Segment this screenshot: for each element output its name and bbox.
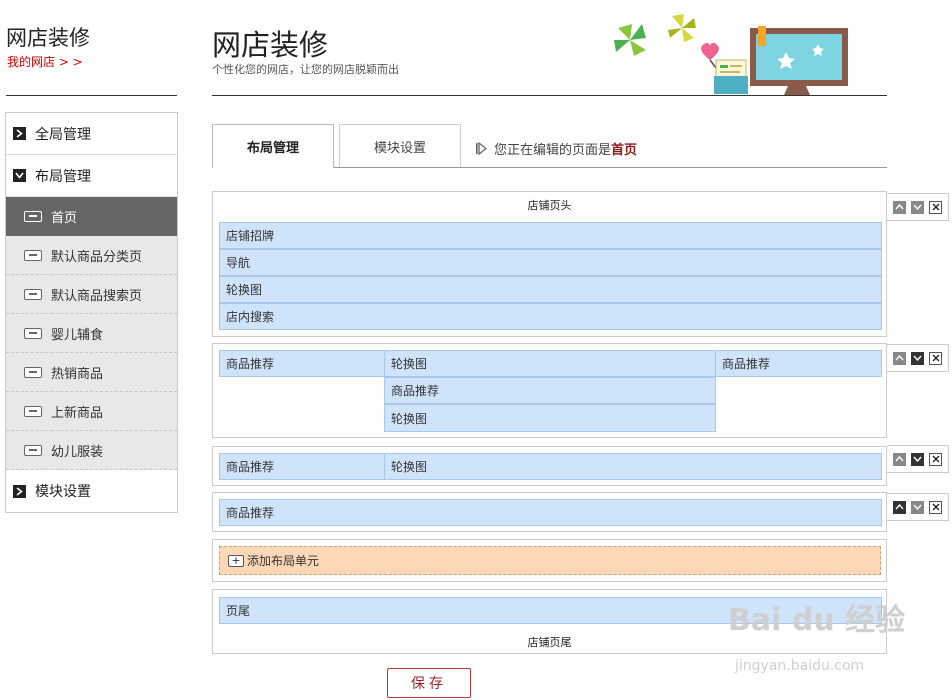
chevron-right-icon — [13, 484, 26, 498]
layout-unit-header: 店铺页头 店铺招牌 导航 轮换图 店内搜索 — [212, 191, 887, 337]
module-product-recommend[interactable]: 商品推荐 — [384, 377, 716, 404]
layout-unit-2col: 商品推荐 轮换图 — [212, 446, 887, 486]
add-layout-unit-button[interactable]: + 添加布局单元 — [219, 546, 881, 575]
page-item-category[interactable]: 默认商品分类页 — [6, 236, 177, 275]
move-down-icon[interactable] — [911, 200, 924, 214]
move-down-icon[interactable] — [911, 500, 924, 514]
menu-global-label: 全局管理 — [35, 126, 91, 143]
header-caption: 店铺页头 — [527, 199, 572, 212]
page-item-label: 热销商品 — [51, 366, 104, 382]
module-product-recommend[interactable]: 商品推荐 — [219, 499, 882, 526]
sidebar-menu: 全局管理 布局管理 首页 默认商品分类页 默认商品搜索页 婴儿辅食 热销商品 上… — [5, 112, 178, 513]
module-carousel[interactable]: 轮换图 — [219, 276, 882, 303]
page-subtitle: 个性化您的网店，让您的网店脱颖而出 — [212, 63, 399, 76]
page-item-search[interactable]: 默认商品搜索页 — [6, 275, 177, 314]
module-carousel[interactable]: 轮换图 — [384, 453, 882, 480]
plus-icon: + — [228, 554, 244, 567]
move-up-icon[interactable] — [893, 452, 906, 466]
page-title: 网店装修 — [212, 28, 329, 62]
page-item-home[interactable]: 首页 — [6, 197, 177, 236]
layout-unit-1col: 商品推荐 — [212, 492, 887, 532]
layout-unit-3col: 商品推荐 轮换图 商品推荐 轮换图 商品推荐 — [212, 343, 887, 438]
editing-notice: 您正在编辑的页面是 首页 — [476, 139, 637, 158]
page-item-label: 婴儿辅食 — [51, 327, 104, 343]
play-arrow-icon — [476, 142, 487, 155]
page-icon — [24, 405, 42, 417]
menu-global[interactable]: 全局管理 — [6, 113, 177, 155]
page-icon — [24, 327, 42, 339]
card-icon — [715, 59, 747, 79]
page-icon — [24, 366, 42, 378]
module-product-recommend[interactable]: 商品推荐 — [219, 350, 385, 377]
pinwheel-icon — [668, 14, 696, 42]
close-icon[interactable] — [929, 351, 942, 365]
editing-page-name: 首页 — [611, 143, 638, 158]
page-item-baby-food[interactable]: 婴儿辅食 — [6, 314, 177, 353]
page-icon — [24, 249, 42, 261]
add-unit-container: + 添加布局单元 — [212, 539, 887, 582]
menu-layout[interactable]: 布局管理 — [6, 155, 177, 197]
module-product-recommend[interactable]: 商品推荐 — [219, 453, 385, 480]
my-shop-link[interactable]: 我的网店 > > — [7, 53, 83, 70]
close-icon[interactable] — [929, 452, 942, 466]
menu-layout-label: 布局管理 — [35, 168, 91, 185]
monitor-icon — [750, 26, 848, 95]
module-carousel[interactable]: 轮换图 — [384, 404, 716, 432]
move-up-icon[interactable] — [893, 500, 906, 514]
page-item-hot[interactable]: 热销商品 — [6, 353, 177, 392]
editing-prefix: 您正在编辑的页面是 — [494, 143, 612, 158]
add-layout-unit-label: 添加布局单元 — [247, 554, 320, 568]
tab-layout-management[interactable]: 布局管理 — [212, 124, 334, 168]
sidebar-title: 网店装修 — [6, 26, 90, 50]
pinwheel-icon — [614, 24, 646, 56]
module-product-recommend[interactable]: 商品推荐 — [715, 350, 882, 377]
unit-controls — [887, 493, 949, 521]
menu-module-label: 模块设置 — [35, 484, 91, 500]
move-up-icon[interactable] — [893, 351, 906, 365]
page-item-label: 默认商品搜索页 — [51, 288, 143, 304]
decor-illustration — [614, 14, 848, 95]
unit-controls — [887, 344, 949, 372]
page-item-new[interactable]: 上新商品 — [6, 392, 177, 431]
close-icon[interactable] — [929, 200, 942, 214]
close-icon[interactable] — [929, 500, 942, 514]
chevron-right-icon — [13, 127, 26, 140]
page-item-kids-clothing[interactable]: 幼儿服装 — [6, 431, 177, 470]
module-navigation[interactable]: 导航 — [219, 249, 882, 276]
page-icon — [24, 444, 42, 456]
header-divider — [212, 95, 887, 96]
save-button[interactable]: 保存 — [387, 668, 471, 698]
page-icon — [24, 288, 42, 300]
page-icon — [24, 210, 42, 222]
page-item-label: 首页 — [51, 210, 78, 226]
move-up-icon[interactable] — [893, 200, 906, 214]
move-down-icon[interactable] — [911, 452, 924, 466]
tab-underline — [334, 167, 887, 168]
unit-controls — [887, 445, 949, 473]
page-item-label: 默认商品分类页 — [51, 249, 143, 265]
page-item-label: 幼儿服装 — [51, 444, 104, 460]
module-shop-sign[interactable]: 店铺招牌 — [219, 222, 882, 249]
chevron-down-icon — [13, 169, 26, 182]
module-carousel[interactable]: 轮换图 — [384, 350, 716, 377]
move-down-icon[interactable] — [911, 351, 924, 365]
baidu-watermark-url: jingyan.baidu.com — [735, 658, 865, 674]
module-shop-search[interactable]: 店内搜索 — [219, 303, 882, 330]
box-icon — [714, 76, 748, 94]
menu-module[interactable]: 模块设置 — [6, 470, 177, 512]
tab-module-settings[interactable]: 模块设置 — [339, 124, 461, 167]
page-item-label: 上新商品 — [51, 405, 104, 421]
sidebar-divider — [6, 95, 177, 96]
baidu-watermark: Bai du 经验 — [728, 603, 906, 638]
unit-controls — [887, 193, 949, 221]
